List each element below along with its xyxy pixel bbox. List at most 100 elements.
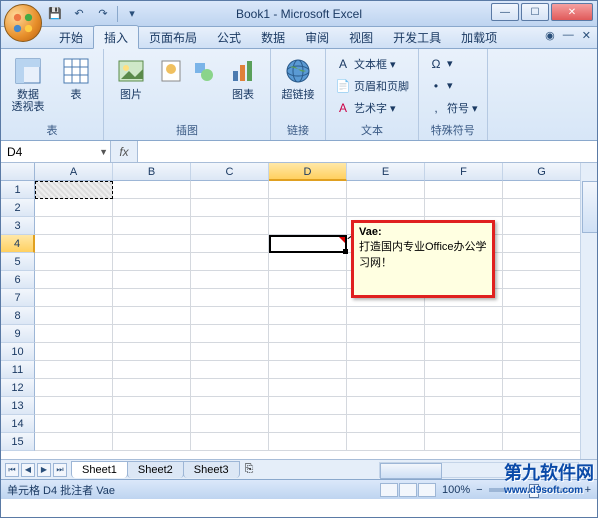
cell[interactable] bbox=[113, 181, 191, 199]
cell[interactable] bbox=[269, 415, 347, 433]
cell[interactable] bbox=[503, 343, 581, 361]
cell[interactable] bbox=[425, 415, 503, 433]
cell[interactable] bbox=[191, 289, 269, 307]
tab-view[interactable]: 视图 bbox=[339, 26, 383, 48]
cell[interactable] bbox=[113, 343, 191, 361]
qat-customize-icon[interactable]: ▾ bbox=[122, 4, 142, 24]
active-cell[interactable] bbox=[269, 235, 347, 253]
row-header-11[interactable]: 11 bbox=[1, 361, 35, 379]
cell[interactable] bbox=[503, 199, 581, 217]
cell[interactable] bbox=[35, 325, 113, 343]
row-header-13[interactable]: 13 bbox=[1, 397, 35, 415]
cell[interactable] bbox=[191, 235, 269, 253]
cell[interactable] bbox=[191, 415, 269, 433]
symbol3-button[interactable]: ,符号 ▾ bbox=[425, 97, 481, 118]
tab-developer[interactable]: 开发工具 bbox=[383, 26, 451, 48]
cell[interactable] bbox=[425, 343, 503, 361]
cell[interactable] bbox=[35, 361, 113, 379]
tab-insert[interactable]: 插入 bbox=[93, 25, 139, 49]
view-normal-icon[interactable] bbox=[380, 483, 398, 497]
cell[interactable] bbox=[269, 433, 347, 451]
cell[interactable] bbox=[191, 307, 269, 325]
sheet-last-icon[interactable]: ⏭ bbox=[53, 463, 67, 477]
cell[interactable] bbox=[347, 433, 425, 451]
cell[interactable] bbox=[347, 343, 425, 361]
symbol2-button[interactable]: •▾ bbox=[425, 75, 481, 96]
headerfooter-button[interactable]: 📄页眉和页脚 bbox=[332, 75, 412, 96]
hyperlink-button[interactable]: 超链接 bbox=[277, 53, 319, 121]
select-all-corner[interactable] bbox=[1, 163, 35, 181]
new-sheet-icon[interactable]: ⎘ bbox=[239, 463, 260, 476]
window-close-icon[interactable]: ✕ bbox=[582, 29, 591, 42]
cell[interactable] bbox=[269, 181, 347, 199]
sheet-prev-icon[interactable]: ◀ bbox=[21, 463, 35, 477]
cell[interactable] bbox=[503, 415, 581, 433]
cell[interactable] bbox=[35, 217, 113, 235]
pivottable-button[interactable]: 数据 透视表 bbox=[7, 53, 49, 121]
namebox-dropdown-icon[interactable]: ▼ bbox=[99, 147, 108, 157]
cell[interactable] bbox=[113, 325, 191, 343]
cell[interactable] bbox=[347, 307, 425, 325]
cell[interactable] bbox=[503, 361, 581, 379]
cell[interactable] bbox=[425, 307, 503, 325]
cell[interactable] bbox=[503, 325, 581, 343]
row-header-7[interactable]: 7 bbox=[1, 289, 35, 307]
cell[interactable] bbox=[191, 433, 269, 451]
cell[interactable] bbox=[503, 217, 581, 235]
cell[interactable] bbox=[191, 397, 269, 415]
undo-icon[interactable]: ↶ bbox=[69, 4, 89, 24]
cell[interactable] bbox=[503, 289, 581, 307]
cell[interactable] bbox=[113, 253, 191, 271]
wordart-button[interactable]: A艺术字 ▾ bbox=[332, 97, 412, 118]
cell[interactable] bbox=[425, 199, 503, 217]
minimize-button[interactable]: — bbox=[491, 3, 519, 21]
cell[interactable] bbox=[425, 181, 503, 199]
sheet-tab-2[interactable]: Sheet2 bbox=[127, 461, 184, 478]
cell[interactable] bbox=[113, 199, 191, 217]
row-header-8[interactable]: 8 bbox=[1, 307, 35, 325]
view-pagelayout-icon[interactable] bbox=[399, 483, 417, 497]
cell[interactable] bbox=[113, 361, 191, 379]
cell[interactable] bbox=[503, 253, 581, 271]
close-button[interactable]: ✕ bbox=[551, 3, 593, 21]
cell[interactable] bbox=[113, 433, 191, 451]
cell[interactable] bbox=[35, 343, 113, 361]
cells-area[interactable] bbox=[35, 181, 597, 459]
sheet-tab-1[interactable]: Sheet1 bbox=[71, 461, 128, 478]
cell[interactable] bbox=[269, 253, 347, 271]
cell[interactable] bbox=[113, 397, 191, 415]
cell[interactable] bbox=[191, 199, 269, 217]
row-header-10[interactable]: 10 bbox=[1, 343, 35, 361]
row-header-4[interactable]: 4 bbox=[1, 235, 35, 253]
view-pagebreak-icon[interactable] bbox=[418, 483, 436, 497]
cell[interactable] bbox=[425, 325, 503, 343]
cell[interactable] bbox=[269, 271, 347, 289]
cell[interactable] bbox=[269, 361, 347, 379]
cell[interactable] bbox=[347, 181, 425, 199]
col-header-a[interactable]: A bbox=[35, 163, 113, 181]
sheet-next-icon[interactable]: ▶ bbox=[37, 463, 51, 477]
cell[interactable] bbox=[35, 379, 113, 397]
shapes-button[interactable] bbox=[190, 53, 216, 121]
cell[interactable] bbox=[113, 307, 191, 325]
zoom-level[interactable]: 100% bbox=[442, 484, 470, 496]
office-button[interactable] bbox=[4, 4, 42, 42]
cell[interactable] bbox=[35, 433, 113, 451]
cell[interactable] bbox=[191, 271, 269, 289]
cell[interactable] bbox=[269, 325, 347, 343]
cell[interactable] bbox=[191, 343, 269, 361]
redo-icon[interactable]: ↷ bbox=[93, 4, 113, 24]
col-header-d[interactable]: D bbox=[269, 163, 347, 181]
cell[interactable] bbox=[503, 433, 581, 451]
clipart-button[interactable] bbox=[158, 53, 184, 121]
cell[interactable] bbox=[113, 217, 191, 235]
cell[interactable] bbox=[425, 433, 503, 451]
col-header-b[interactable]: B bbox=[113, 163, 191, 181]
tab-pagelayout[interactable]: 页面布局 bbox=[139, 26, 207, 48]
col-header-f[interactable]: F bbox=[425, 163, 503, 181]
cell[interactable] bbox=[35, 415, 113, 433]
tab-home[interactable]: 开始 bbox=[49, 26, 93, 48]
col-header-e[interactable]: E bbox=[347, 163, 425, 181]
row-header-15[interactable]: 15 bbox=[1, 433, 35, 451]
cell[interactable] bbox=[347, 397, 425, 415]
